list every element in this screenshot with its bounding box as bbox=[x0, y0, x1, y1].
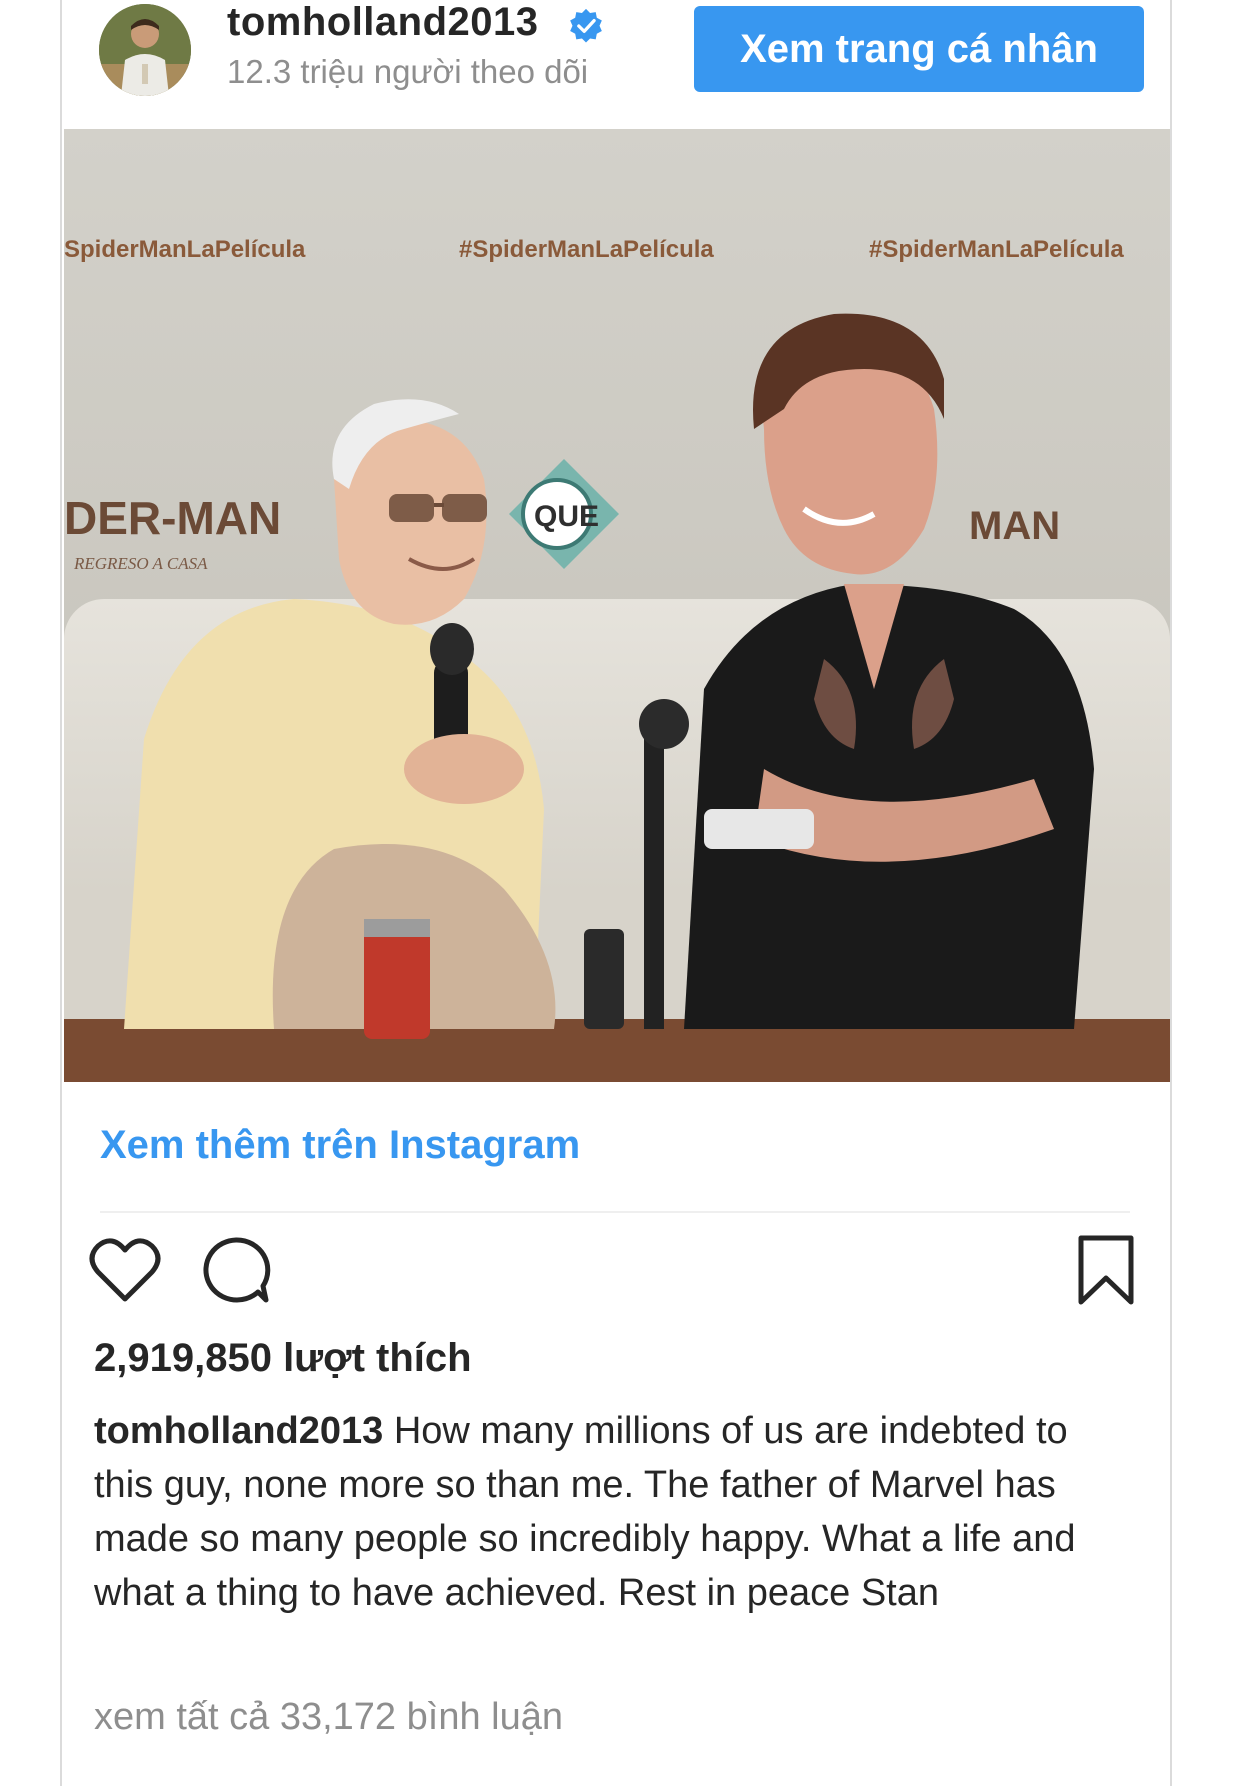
backdrop-hashtag-center: #SpiderManLaPelícula bbox=[459, 236, 714, 263]
bookmark-icon[interactable] bbox=[1076, 1234, 1136, 1308]
view-all-comments-link[interactable]: xem tất cả 33,172 bình luận bbox=[94, 1696, 563, 1739]
view-more-on-instagram-link[interactable]: Xem thêm trên Instagram bbox=[100, 1123, 580, 1168]
backdrop-logo: QUE bbox=[534, 500, 599, 533]
verified-badge-icon bbox=[570, 8, 602, 43]
backdrop-banner-right: MAN bbox=[969, 504, 1060, 548]
comment-bubble-icon[interactable] bbox=[200, 1236, 272, 1306]
instagram-embed-card: tomholland2013 12.3 triệu người theo dõi… bbox=[60, 0, 1172, 1786]
caption: tomholland2013 How many millions of us a… bbox=[94, 1404, 1134, 1620]
backdrop-banner-left: DER-MAN bbox=[64, 492, 281, 544]
username[interactable]: tomholland2013 bbox=[227, 0, 539, 45]
view-profile-button[interactable]: Xem trang cá nhân bbox=[694, 6, 1144, 92]
heart-icon[interactable] bbox=[88, 1236, 162, 1304]
post-photo[interactable]: SpiderManLaPelícula #SpiderManLaPelícula… bbox=[64, 129, 1170, 1082]
backdrop-banner-left-sub: REGRESO A CASA bbox=[73, 554, 208, 573]
avatar[interactable] bbox=[99, 4, 191, 96]
divider bbox=[100, 1211, 1130, 1213]
post-header: tomholland2013 12.3 triệu người theo dõi… bbox=[62, 0, 1170, 128]
caption-username[interactable]: tomholland2013 bbox=[94, 1410, 383, 1452]
like-count[interactable]: 2,919,850 lượt thích bbox=[94, 1336, 472, 1381]
backdrop-hashtag-left: SpiderManLaPelícula bbox=[64, 236, 306, 263]
backdrop-hashtag-right: #SpiderManLaPelícula bbox=[869, 236, 1124, 263]
follower-count: 12.3 triệu người theo dõi bbox=[227, 53, 589, 90]
